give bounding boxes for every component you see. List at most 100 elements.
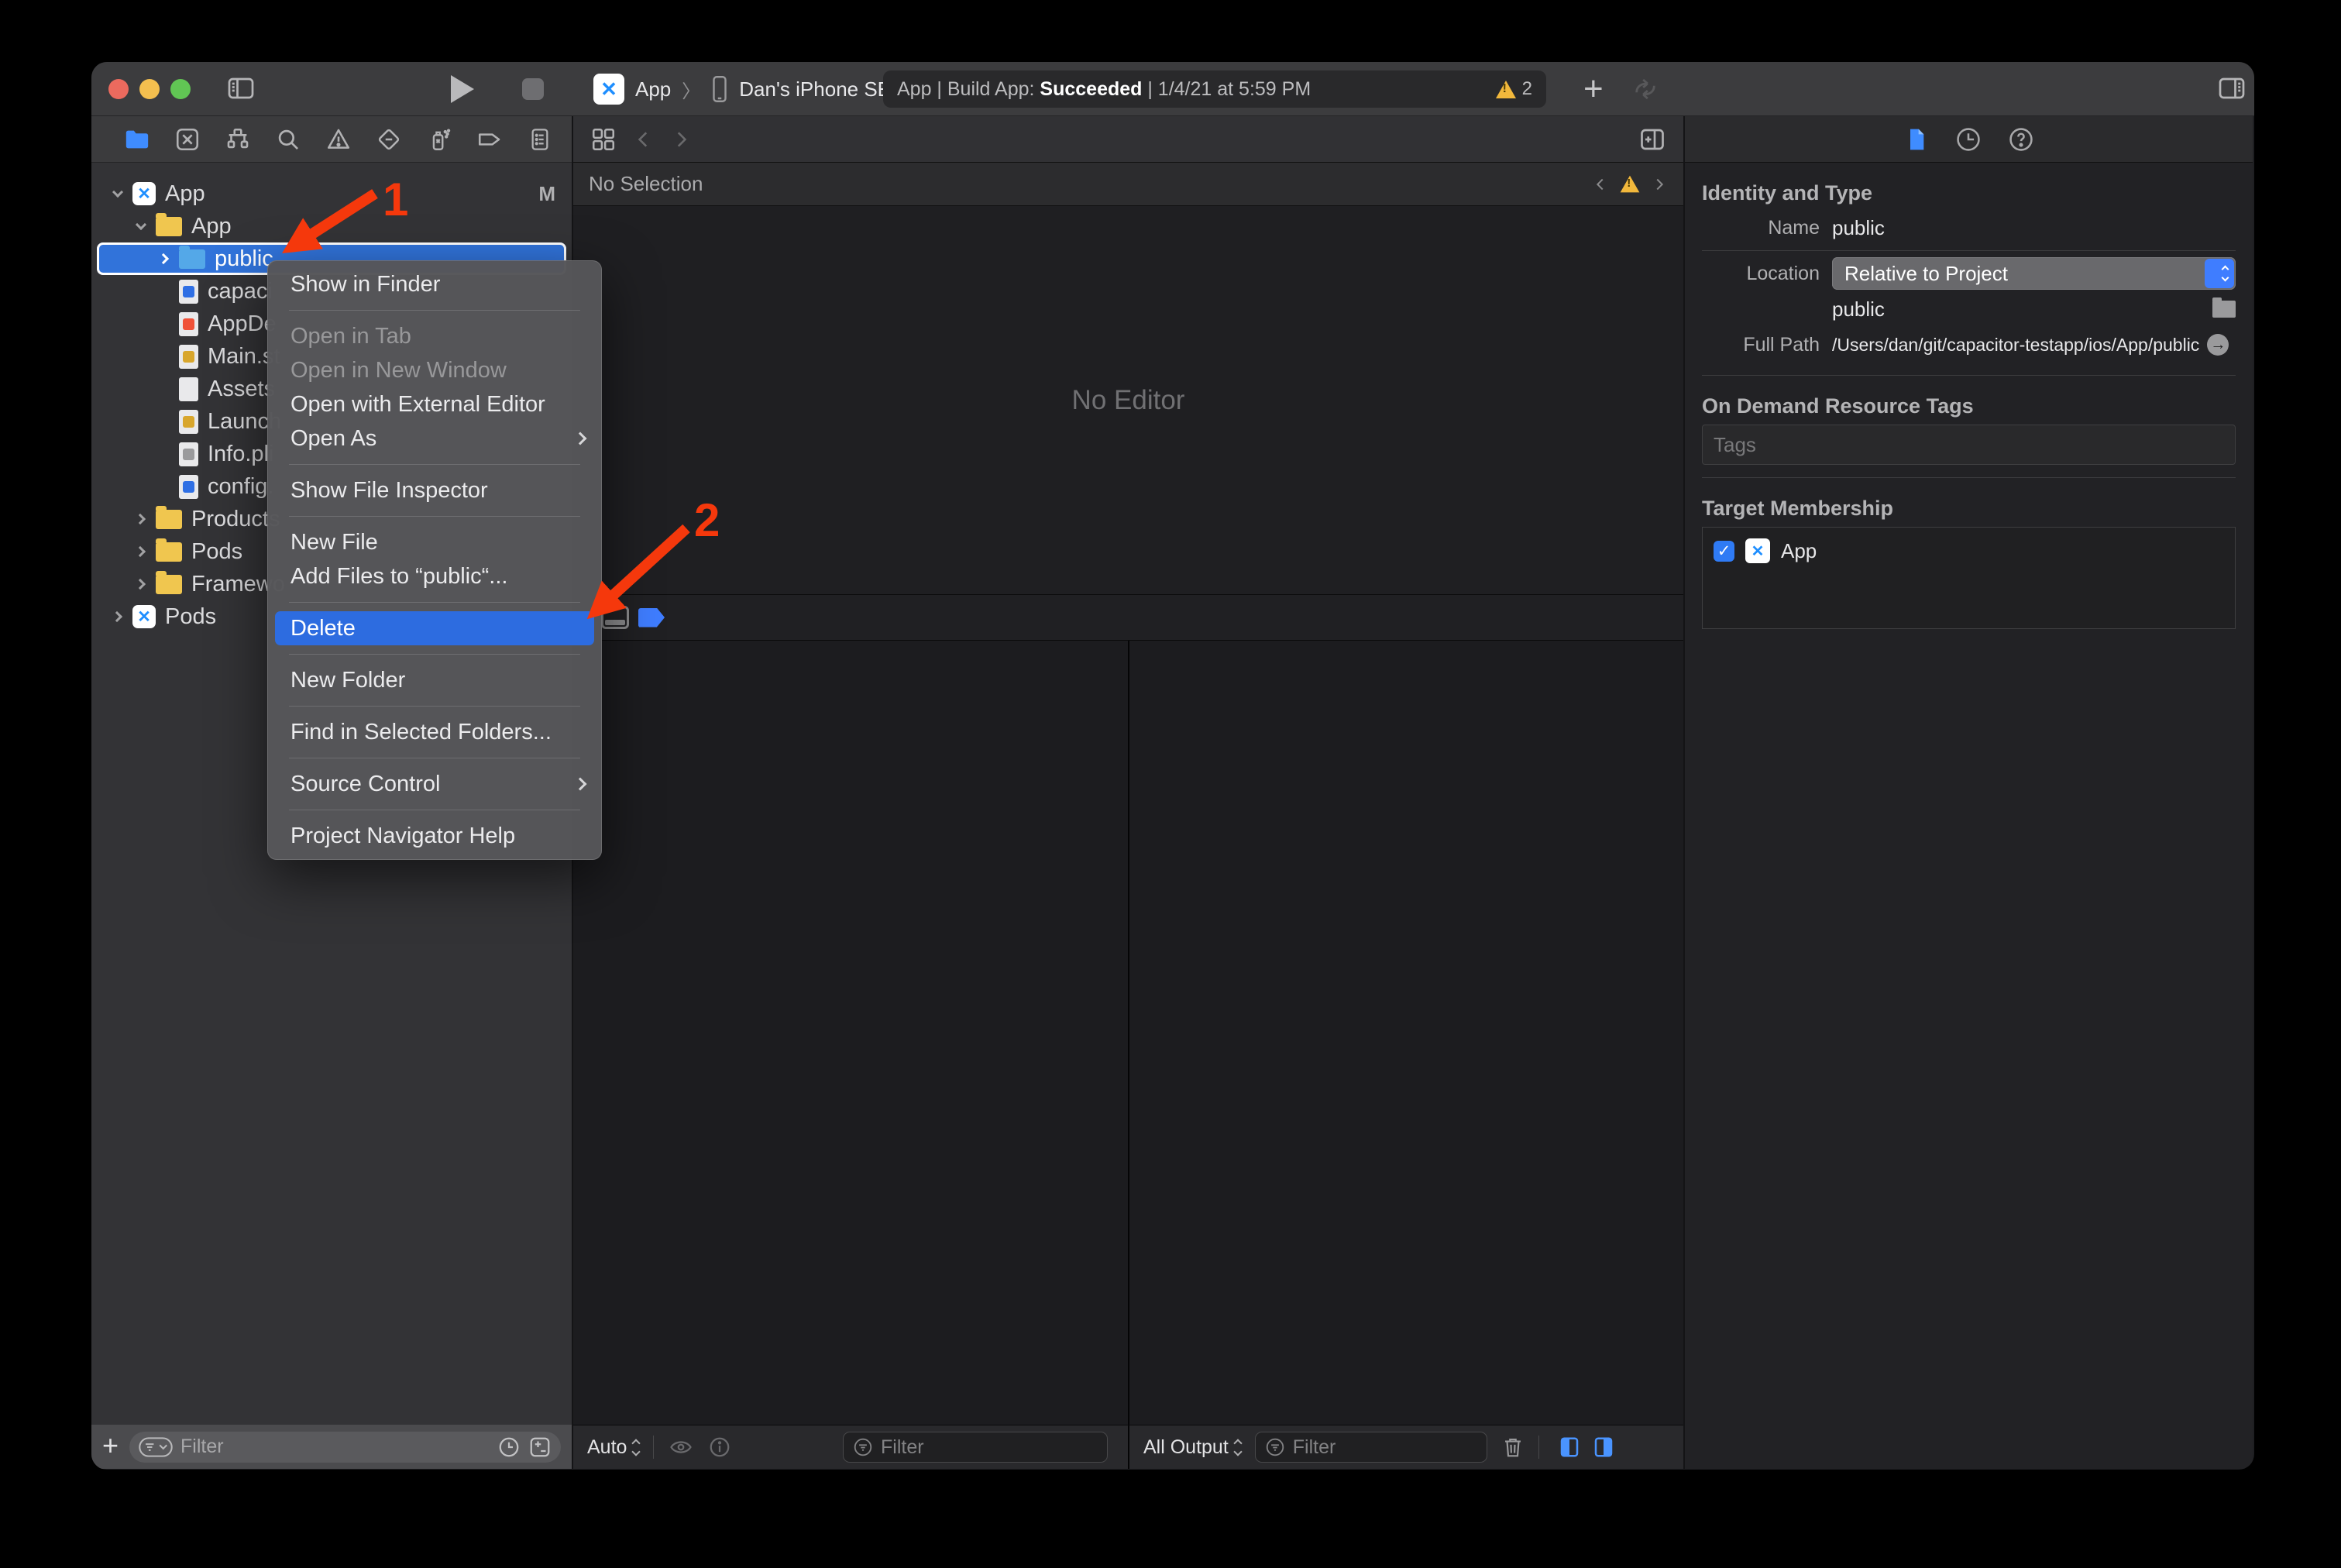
show-console-view-icon[interactable] [1592, 1435, 1615, 1460]
toggle-inspector-icon[interactable] [2216, 74, 2248, 102]
menu-item-label: Open in New Window [290, 358, 507, 383]
previous-issue-icon[interactable] [1592, 174, 1609, 194]
tree-item-label: Pods [191, 539, 242, 565]
status-text: App | Build App: [897, 78, 1040, 100]
tree-item-label: capaci [208, 279, 273, 304]
source-control-status-filter-icon[interactable] [528, 1436, 552, 1459]
disclosure-down-icon[interactable] [132, 218, 150, 235]
next-issue-icon[interactable] [1651, 174, 1668, 194]
filter-placeholder: Filter [180, 1436, 224, 1458]
disclosure-right-icon[interactable] [132, 543, 150, 560]
menu-item-find-in-selected-folders[interactable]: Find in Selected Folders... [267, 715, 602, 749]
name-value[interactable]: public [1832, 216, 1885, 240]
menu-item-new-folder[interactable]: New Folder [267, 663, 602, 697]
debug-navigator-icon[interactable] [425, 125, 454, 154]
disclosure-spacer [156, 478, 173, 495]
titlebar: ✕ App 〉 Dan's iPhone SE App | Build App:… [91, 62, 2254, 116]
source-control-navigator-icon[interactable] [173, 125, 202, 154]
breakpoints-toggle-icon[interactable] [638, 608, 665, 628]
find-navigator-icon[interactable] [273, 125, 303, 154]
doc-json-icon [179, 475, 198, 499]
disclosure-right-icon[interactable] [132, 511, 150, 528]
scheme-name[interactable]: App [635, 77, 671, 101]
file-inspector-tab-icon[interactable] [1904, 126, 1929, 153]
open-path-arrow-icon[interactable]: → [2207, 334, 2229, 356]
hide-debug-area-icon[interactable] [601, 606, 629, 629]
target-checkbox[interactable]: ✓ [1714, 541, 1734, 562]
stop-button[interactable] [522, 78, 544, 100]
menu-item-label: Open with External Editor [290, 392, 545, 418]
identity-section-header: Identity and Type [1702, 181, 2236, 205]
warning-icon [1496, 81, 1516, 98]
add-editor-icon[interactable] [1638, 126, 1666, 153]
test-navigator-icon[interactable] [374, 125, 404, 154]
console-filter-field[interactable]: Filter [1255, 1432, 1487, 1463]
popup-arrows-icon [1235, 1440, 1241, 1455]
variables-view[interactable] [573, 641, 1129, 1425]
menu-item-open-as[interactable]: Open As [267, 421, 602, 456]
variables-scope-popup[interactable]: Auto [587, 1436, 639, 1459]
help-inspector-tab-icon[interactable] [2008, 126, 2034, 153]
disclosure-right-icon[interactable] [132, 576, 150, 593]
go-forward-icon[interactable] [671, 128, 691, 151]
navigator-filter-field[interactable]: Filter [129, 1432, 561, 1463]
warning-badge[interactable]: 2 [1496, 78, 1532, 100]
tags-input[interactable]: Tags [1702, 425, 2236, 465]
tree-row-app[interactable]: ✕AppM [97, 177, 566, 210]
console-view[interactable] [1129, 641, 1683, 1425]
location-subvalue: public [1832, 297, 1885, 322]
menu-item-label: Source Control [290, 772, 440, 797]
menu-item-show-file-inspector[interactable]: Show File Inspector [267, 473, 602, 507]
menu-item-open-with-external-editor[interactable]: Open with External Editor [267, 387, 602, 421]
menu-item-add-files-to-public[interactable]: Add Files to “public“... [267, 559, 602, 593]
library-add-button[interactable]: + [1583, 70, 1604, 108]
menu-separator [289, 654, 580, 655]
report-navigator-icon[interactable] [525, 125, 555, 154]
toggle-navigator-icon[interactable] [225, 74, 257, 102]
disclosure-down-icon[interactable] [109, 185, 126, 202]
print-description-icon[interactable] [708, 1436, 731, 1459]
go-back-icon[interactable] [634, 128, 654, 151]
breakpoint-navigator-icon[interactable] [475, 125, 504, 154]
variables-filter-field[interactable]: Filter [843, 1432, 1108, 1463]
issue-warning-icon[interactable] [1621, 176, 1640, 193]
menu-item-new-file[interactable]: New File [267, 525, 602, 559]
run-destination[interactable]: Dan's iPhone SE [739, 77, 891, 101]
project-navigator-icon[interactable] [122, 125, 152, 154]
target-membership-row[interactable]: ✓ ✕ App [1714, 538, 2224, 563]
choose-folder-icon[interactable] [2212, 301, 2236, 318]
doc-storyboard-icon [179, 410, 198, 434]
disclosure-right-icon[interactable] [109, 608, 126, 625]
tree-row-app[interactable]: App [97, 210, 566, 242]
run-button[interactable] [451, 75, 474, 103]
location-value: Relative to Project [1834, 262, 2008, 286]
menu-item-source-control[interactable]: Source Control [267, 767, 602, 801]
scheme-selector[interactable]: ✕ App 〉 Dan's iPhone SE [593, 74, 891, 105]
folder-icon [156, 510, 182, 529]
history-inspector-tab-icon[interactable] [1955, 126, 1982, 153]
tags-placeholder: Tags [1714, 433, 1756, 457]
jump-bar-text[interactable]: No Selection [589, 172, 703, 196]
clear-console-trash-icon[interactable] [1501, 1435, 1525, 1460]
menu-item-show-in-finder[interactable]: Show in Finder [267, 267, 602, 301]
location-dropdown[interactable]: Relative to Project [1832, 257, 2236, 290]
quicklook-eye-icon[interactable] [668, 1436, 694, 1459]
zoom-window-button[interactable] [170, 79, 191, 99]
filter-options-icon[interactable] [139, 1437, 173, 1457]
show-variables-view-icon[interactable] [1558, 1435, 1581, 1460]
symbol-navigator-icon[interactable] [223, 125, 253, 154]
disclosure-spacer [156, 315, 173, 332]
menu-item-project-navigator-help[interactable]: Project Navigator Help [267, 819, 602, 853]
console-bar: All Output Filter [1129, 1425, 1683, 1469]
console-output-popup[interactable]: All Output [1143, 1436, 1241, 1459]
folder-icon [156, 542, 182, 562]
issue-navigator-icon[interactable] [324, 125, 353, 154]
recent-files-icon[interactable] [497, 1436, 521, 1459]
dropdown-stepper-icon [2205, 259, 2234, 288]
related-items-icon[interactable] [590, 126, 617, 153]
add-file-button[interactable]: + [102, 1432, 119, 1460]
close-window-button[interactable] [108, 79, 129, 99]
minimize-window-button[interactable] [139, 79, 160, 99]
disclosure-right-icon[interactable] [156, 250, 173, 267]
menu-item-delete[interactable]: Delete [275, 611, 594, 645]
